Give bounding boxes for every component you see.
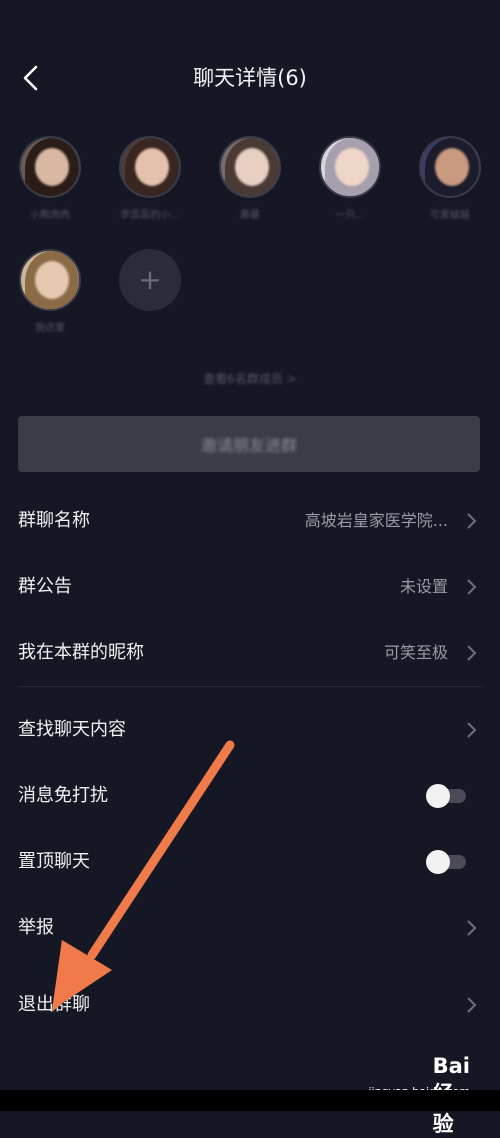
group-name-label: 群聊名称 [18,510,90,531]
chevron-right-icon [467,579,477,595]
group-name-value: 高坡岩皇家医学院... [304,511,448,530]
member-name: 一只... [335,210,365,220]
member-name: 我达蒙 [35,323,65,333]
member-avatar [419,136,481,198]
announcement-label: 群公告 [18,576,72,597]
leave-group-label: 退出群聊 [18,994,90,1015]
member-avatar [119,136,181,198]
bottom-bar [0,1090,500,1111]
divider [18,686,482,687]
invite-friends-label: 邀请朋友进群 [200,436,297,455]
member-item[interactable]: 可爱娃娃 [405,136,495,220]
header: 聊天详情(6) [0,0,500,150]
member-item[interactable]: 慕慕 [205,136,295,220]
pin-toggle[interactable] [426,850,466,874]
member-name: 慕慕 [240,210,260,220]
pin-row: 置顶聊天 [18,829,482,895]
group-name-row[interactable]: 群聊名称 高坡岩皇家医学院... [18,488,482,554]
pin-label: 置顶聊天 [18,851,90,872]
member-avatar [319,136,381,198]
member-item[interactable]: 我达蒙 [5,249,95,333]
leave-group-row[interactable]: 退出群聊 [18,972,482,1038]
report-label: 举报 [18,917,54,938]
chevron-right-icon [467,722,477,738]
member-item[interactable]: 李蕊蕊的小... [105,136,195,220]
search-chat-row[interactable]: 查找聊天内容 [18,697,482,763]
add-member-button[interactable]: + [105,249,195,311]
mute-toggle[interactable] [426,784,466,808]
chevron-right-icon [467,513,477,529]
announcement-row[interactable]: 群公告 未设置 [18,554,482,620]
report-row[interactable]: 举报 [18,895,482,961]
mute-label: 消息免打扰 [18,785,108,806]
page-title: 聊天详情(6) [193,66,307,90]
chevron-right-icon [467,645,477,661]
announcement-value: 未设置 [399,577,448,596]
nickname-row[interactable]: 我在本群的昵称 可笑至极 [18,620,482,686]
member-name: 李蕊蕊的小... [120,210,180,220]
nickname-label: 我在本群的昵称 [18,642,144,663]
chevron-right-icon [467,997,477,1013]
member-avatar [219,136,281,198]
member-avatar [19,136,81,198]
member-item[interactable]: 小熊肉肉 [5,136,95,220]
mute-row: 消息免打扰 [18,763,482,829]
member-name: 小熊肉肉 [30,210,70,220]
view-all-members-link[interactable]: 查看6名群成员 > [0,370,500,387]
invite-friends-button[interactable]: 邀请朋友进群 [18,416,480,472]
chevron-right-icon [467,920,477,936]
member-name: 可爱娃娃 [430,210,470,220]
member-item[interactable]: 一只... [305,136,395,220]
search-chat-label: 查找聊天内容 [18,719,126,740]
member-avatar [19,249,81,311]
nickname-value: 可笑至极 [383,643,448,662]
add-member-icon: + [119,249,181,311]
